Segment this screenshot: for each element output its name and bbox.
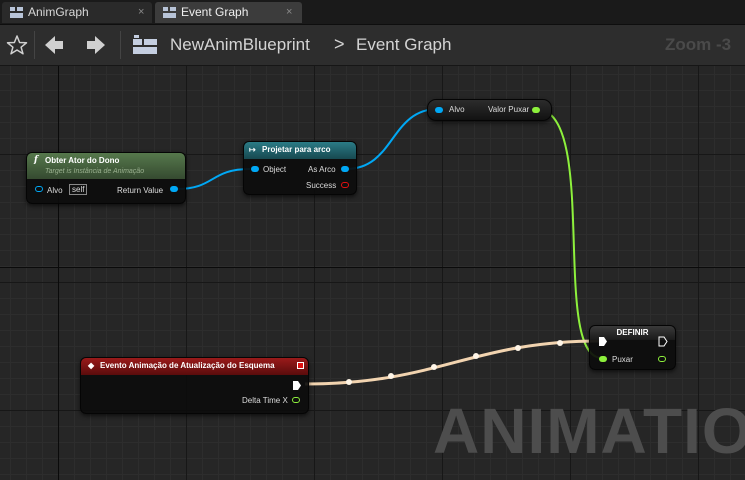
wire-layer bbox=[176, 108, 603, 386]
delegate-pin[interactable] bbox=[297, 362, 304, 369]
pin-output-dot[interactable] bbox=[170, 186, 178, 192]
bool-wire bbox=[535, 108, 603, 359]
toolbar-divider bbox=[34, 31, 35, 59]
exec-bubble bbox=[431, 364, 437, 370]
back-arrow-icon bbox=[45, 36, 63, 54]
pin-output-dot[interactable] bbox=[341, 182, 349, 188]
graph-toolbar: NewAnimBlueprint > Event Graph Zoom -3 bbox=[0, 25, 745, 66]
pin-input-dot[interactable] bbox=[599, 356, 607, 362]
pin-output-dot[interactable] bbox=[341, 166, 349, 172]
favorite-button[interactable] bbox=[4, 31, 30, 59]
node-subtitle: Target is Instância de Animação bbox=[45, 168, 145, 175]
blueprint-icon bbox=[133, 35, 157, 54]
node-cast[interactable]: ↦ Projetar para arco Object As Arco Succ… bbox=[243, 141, 357, 195]
node-title: Evento Animação de Atualização do Esquem… bbox=[100, 361, 275, 370]
blueprint-tab-icon bbox=[10, 7, 23, 18]
pin-output-dot[interactable] bbox=[292, 397, 300, 403]
object-wire bbox=[345, 108, 439, 170]
exec-bubble bbox=[515, 345, 521, 351]
exec-output-pin[interactable] bbox=[292, 380, 302, 391]
exec-wire bbox=[304, 339, 601, 386]
back-button[interactable] bbox=[41, 31, 67, 59]
node-title: Obter Ator do Dono bbox=[45, 156, 120, 165]
close-icon[interactable]: × bbox=[138, 2, 144, 23]
tab-label: AnimGraph bbox=[28, 5, 89, 19]
exec-bubble bbox=[473, 353, 479, 359]
node-get-owner[interactable]: f Obter Ator do Dono Target is Instância… bbox=[26, 152, 186, 204]
pin-input-dot[interactable] bbox=[435, 107, 443, 113]
exec-bubble bbox=[557, 340, 563, 346]
self-field[interactable]: self bbox=[69, 184, 88, 195]
zoom-level: Zoom -3 bbox=[665, 35, 732, 54]
star-icon bbox=[6, 35, 28, 55]
close-icon[interactable]: × bbox=[286, 2, 292, 23]
object-wire bbox=[176, 168, 251, 190]
exec-output-pin[interactable] bbox=[658, 336, 668, 347]
node-set[interactable]: DEFINIR Puxar bbox=[589, 325, 676, 370]
tab-bar: AnimGraph × Event Graph × bbox=[0, 0, 745, 25]
tab-event-graph[interactable]: Event Graph × bbox=[155, 2, 302, 23]
pin-label: Alvo bbox=[47, 186, 63, 195]
tab-anim-graph[interactable]: AnimGraph × bbox=[2, 2, 152, 23]
pin-input-dot[interactable] bbox=[251, 166, 259, 172]
pin-label: Valor Puxar bbox=[488, 105, 530, 114]
graph-canvas[interactable]: ANIMATION f Obter Ator do Dono Target is… bbox=[0, 66, 745, 480]
node-get-variable[interactable]: Alvo Valor Puxar bbox=[427, 99, 552, 121]
pin-output-dot[interactable] bbox=[658, 356, 666, 362]
exec-bubble bbox=[346, 379, 352, 385]
pin-label: Puxar bbox=[612, 355, 633, 364]
breadcrumb-blueprint[interactable]: NewAnimBlueprint bbox=[170, 35, 310, 55]
function-icon: f bbox=[34, 155, 38, 165]
pin-label: Alvo bbox=[449, 105, 465, 114]
pin-label: Success bbox=[306, 181, 337, 190]
node-event[interactable]: ◆ Evento Animação de Atualização do Esqu… bbox=[80, 357, 309, 414]
cast-icon: ↦ bbox=[249, 145, 256, 154]
exec-bubble bbox=[388, 373, 394, 379]
node-header: ◆ Evento Animação de Atualização do Esqu… bbox=[81, 358, 308, 375]
pin-label: Object bbox=[263, 165, 287, 174]
toolbar-divider bbox=[120, 31, 121, 59]
node-header: ↦ Projetar para arco bbox=[244, 142, 356, 159]
forward-arrow-icon bbox=[87, 36, 105, 54]
pin-label: As Arco bbox=[308, 165, 336, 174]
event-icon: ◆ bbox=[88, 361, 95, 370]
pin-label: Delta Time X bbox=[242, 396, 288, 405]
node-header: f Obter Ator do Dono Target is Instância… bbox=[27, 153, 185, 179]
blueprint-tab-icon bbox=[163, 7, 176, 18]
breadcrumb-graph[interactable]: Event Graph bbox=[356, 35, 451, 55]
pin-label: Return Value bbox=[117, 186, 164, 195]
exec-input-pin[interactable] bbox=[598, 336, 608, 347]
blueprint-button[interactable] bbox=[131, 31, 157, 59]
node-title: DEFINIR bbox=[616, 328, 649, 337]
breadcrumb-separator: > bbox=[334, 34, 345, 54]
tab-label: Event Graph bbox=[181, 5, 249, 19]
node-title: Projetar para arco bbox=[262, 145, 331, 154]
pin-input-dot[interactable] bbox=[35, 186, 43, 192]
pin-output-dot[interactable] bbox=[532, 107, 540, 113]
forward-button[interactable] bbox=[83, 31, 109, 59]
